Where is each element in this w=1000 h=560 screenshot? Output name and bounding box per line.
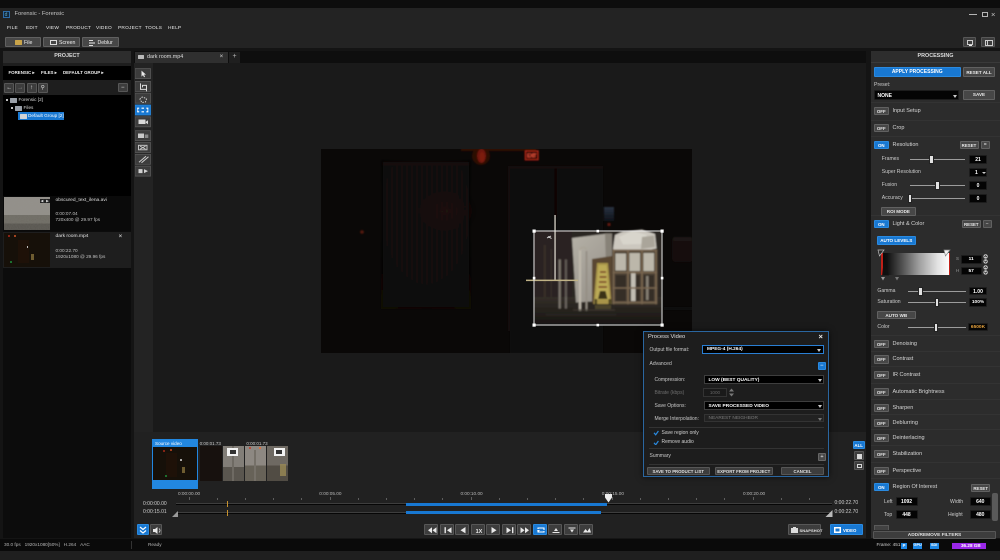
- svg-text:EXIT: EXIT: [527, 154, 537, 160]
- svg-text:1X: 1X: [475, 529, 482, 535]
